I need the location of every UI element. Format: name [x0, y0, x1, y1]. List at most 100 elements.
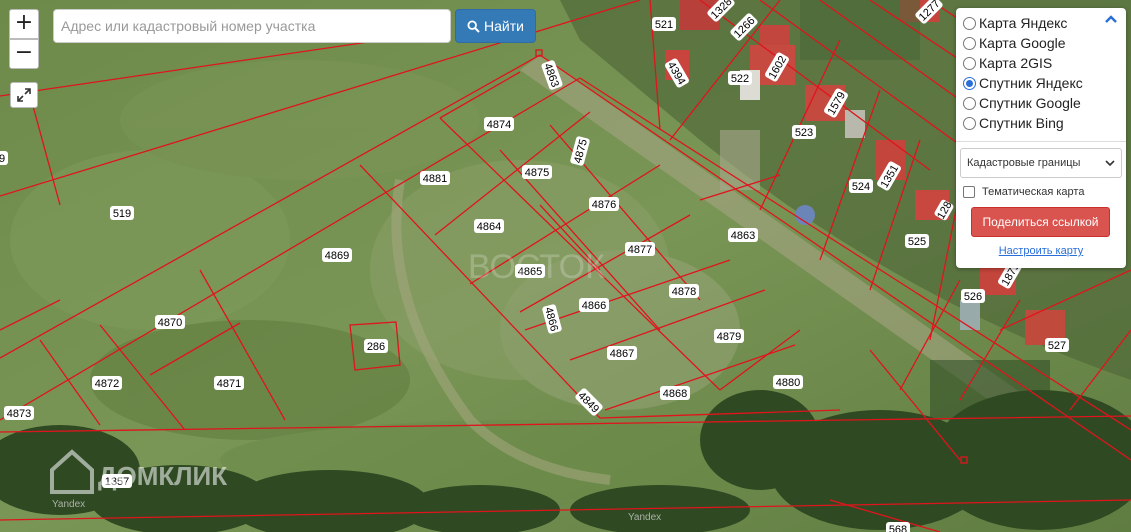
basemap-option-label: Карта Google	[979, 35, 1066, 51]
plot-label[interactable]: 286	[364, 339, 388, 353]
svg-text:4872: 4872	[95, 378, 119, 390]
radio-button[interactable]	[963, 36, 976, 50]
svg-text:4874: 4874	[487, 119, 511, 131]
boundary-layer-select[interactable]: Кадастровые границы	[960, 148, 1122, 178]
svg-text:524: 524	[852, 181, 870, 193]
plot-label[interactable]: 4871	[214, 376, 244, 390]
svg-text:4879: 4879	[717, 331, 741, 343]
zoom-in-button[interactable]: +	[9, 9, 39, 39]
fullscreen-button[interactable]	[10, 82, 38, 108]
basemap-option-label: Спутник Bing	[979, 115, 1064, 131]
svg-text:4873: 4873	[7, 408, 31, 420]
svg-text:286: 286	[367, 341, 385, 353]
svg-text:ДОМКЛИК: ДОМКЛИК	[98, 461, 227, 491]
search-button-label: Найти	[484, 18, 524, 34]
svg-text:4867: 4867	[610, 348, 634, 360]
plot-label[interactable]: 4866	[579, 298, 609, 312]
plot-label[interactable]: 527	[1045, 338, 1069, 352]
radio-button[interactable]	[963, 116, 976, 130]
svg-text:522: 522	[731, 73, 749, 85]
plot-label[interactable]: 526	[961, 289, 985, 303]
yandex-watermark-bottom: Yandex	[628, 512, 661, 523]
svg-text:4881: 4881	[423, 173, 447, 185]
svg-text:4863: 4863	[731, 230, 755, 242]
svg-text:4871: 4871	[217, 378, 241, 390]
svg-text:519: 519	[113, 208, 131, 220]
plot-label[interactable]: 524	[849, 179, 873, 193]
plot-label[interactable]: 9	[0, 151, 8, 165]
thematic-map-label: Тематическая карта	[982, 186, 1085, 198]
svg-text:4876: 4876	[592, 199, 616, 211]
svg-text:4877: 4877	[628, 244, 652, 256]
plot-label[interactable]: 4874	[484, 117, 514, 131]
svg-text:521: 521	[655, 19, 673, 31]
plot-label[interactable]: 568	[886, 522, 910, 532]
boundary-select-value: Кадастровые границы	[967, 157, 1081, 169]
plot-label[interactable]: 4876	[589, 197, 619, 211]
radio-button[interactable]	[963, 56, 976, 70]
plot-label[interactable]: 4875	[522, 165, 552, 179]
zoom-out-button[interactable]: −	[9, 39, 39, 69]
svg-text:4869: 4869	[325, 250, 349, 262]
thematic-map-checkbox[interactable]	[963, 186, 975, 198]
plot-label[interactable]: 4873	[4, 406, 34, 420]
plot-label[interactable]: 522	[728, 71, 752, 85]
plot-label[interactable]: 4879	[714, 329, 744, 343]
plot-label[interactable]: 4863	[728, 228, 758, 242]
expand-icon	[17, 88, 31, 102]
basemap-option[interactable]: Спутник Яндекс	[963, 73, 1119, 93]
configure-map-link[interactable]: Настроить карту	[963, 245, 1119, 257]
basemap-option-label: Спутник Google	[979, 95, 1081, 111]
svg-text:9: 9	[0, 153, 5, 165]
plot-label[interactable]: 523	[792, 125, 816, 139]
plot-label[interactable]: 4868	[660, 386, 690, 400]
layer-panel: Карта Яндекс Карта Google Карта 2GIS Спутни…	[956, 8, 1126, 268]
svg-text:4878: 4878	[672, 286, 696, 298]
svg-text:4880: 4880	[776, 377, 800, 389]
svg-text:526: 526	[964, 291, 982, 303]
radio-button[interactable]	[963, 96, 976, 110]
radio-button[interactable]	[963, 16, 976, 30]
plot-label[interactable]: 521	[652, 17, 676, 31]
plot-label[interactable]: 4870	[155, 315, 185, 329]
svg-text:568: 568	[889, 524, 907, 532]
basemap-option-label: Карта Яндекс	[979, 15, 1068, 31]
center-watermark: ВОСТОК	[468, 248, 605, 286]
basemap-option[interactable]: Спутник Bing	[963, 113, 1119, 133]
plot-label[interactable]: 4867	[607, 346, 637, 360]
basemap-option-label: Карта 2GIS	[979, 55, 1053, 71]
plot-label[interactable]: 4872	[92, 376, 122, 390]
thematic-map-toggle[interactable]: Тематическая карта	[963, 186, 1119, 198]
share-link-button[interactable]: Поделиться ссылкой	[971, 207, 1110, 237]
svg-text:4866: 4866	[582, 300, 606, 312]
plot-label[interactable]: 525	[905, 234, 929, 248]
chevron-down-icon	[1105, 159, 1115, 166]
plot-label[interactable]: 519	[110, 206, 134, 220]
plot-label[interactable]: 4880	[773, 375, 803, 389]
radio-button[interactable]	[963, 76, 976, 90]
svg-text:523: 523	[795, 127, 813, 139]
plot-label[interactable]: 4881	[420, 171, 450, 185]
panel-divider	[956, 141, 1126, 142]
svg-text:4864: 4864	[477, 221, 501, 233]
svg-text:4875: 4875	[525, 167, 549, 179]
plot-label[interactable]: 4864	[474, 219, 504, 233]
search-button[interactable]: Найти	[455, 9, 536, 43]
basemap-option[interactable]: Карта 2GIS	[963, 53, 1119, 73]
basemap-option[interactable]: Карта Яндекс	[963, 13, 1119, 33]
search-icon	[467, 19, 480, 33]
svg-text:4870: 4870	[158, 317, 182, 329]
plot-label[interactable]: 4869	[322, 248, 352, 262]
svg-text:527: 527	[1048, 340, 1066, 352]
basemap-option-label: Спутник Яндекс	[979, 75, 1083, 91]
yandex-watermark-left: Yandex	[52, 499, 85, 510]
plot-label[interactable]: 4878	[669, 284, 699, 298]
basemap-option[interactable]: Карта Google	[963, 33, 1119, 53]
svg-text:4868: 4868	[663, 388, 687, 400]
basemap-options: Карта Яндекс Карта Google Карта 2GIS Спутни…	[963, 13, 1119, 133]
basemap-option[interactable]: Спутник Google	[963, 93, 1119, 113]
search-input[interactable]: Адрес или кадастровый номер участка	[53, 9, 451, 43]
chevron-up-icon[interactable]	[1105, 15, 1117, 24]
svg-text:525: 525	[908, 236, 926, 248]
plot-label[interactable]: 4877	[625, 242, 655, 256]
